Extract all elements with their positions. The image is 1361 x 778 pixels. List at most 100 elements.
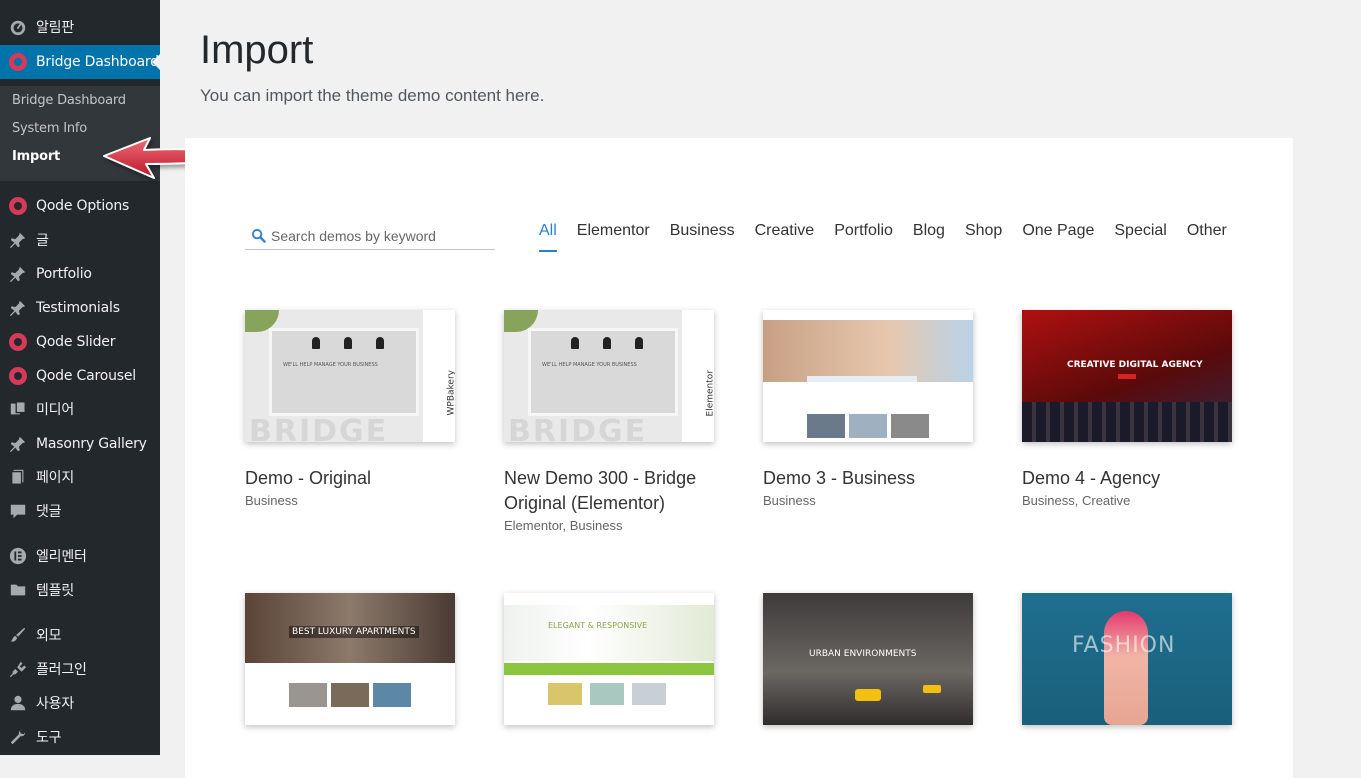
menu-item-elementor[interactable]: 엘리멘터 [0, 539, 160, 573]
demo-thumbnail[interactable]: WE'LL HELP MANAGE YOUR BUSINESS BRIDGE E… [504, 310, 714, 442]
menu-label: 엘리멘터 [36, 549, 87, 565]
thumb-tagline: WE'LL HELP MANAGE YOUR BUSINESS [542, 362, 637, 368]
menu-item-masonry-gallery[interactable]: Masonry Gallery [0, 427, 160, 461]
filter-blog[interactable]: Blog [913, 222, 945, 248]
media-icon [0, 400, 36, 418]
demo-categories: Business [763, 493, 816, 508]
filter-elementor[interactable]: Elementor [577, 222, 650, 248]
demo-card: BEST LUXURY APARTMENTS [245, 593, 455, 725]
thumb-word: BRIDGE [249, 414, 389, 442]
demo-title[interactable]: Demo - Original [245, 466, 455, 491]
page-subtitle: You can import the theme demo content he… [200, 86, 545, 105]
menu-item-pages[interactable]: 페이지 [0, 460, 160, 494]
bridge-icon [0, 53, 36, 71]
pin-icon [0, 231, 36, 249]
user-icon [0, 694, 36, 712]
thumb-word: BRIDGE [508, 414, 648, 442]
qode-icon [0, 197, 36, 215]
pin-icon [0, 265, 36, 283]
demo-card: CREATIVE DIGITAL AGENCY Demo 4 - Agency … [1022, 310, 1232, 508]
menu-label: 미디어 [36, 402, 75, 418]
menu-label: 템플릿 [36, 583, 75, 599]
thumb-title: FASHION [1072, 633, 1176, 658]
thumb-title: CREATIVE DIGITAL AGENCY [1067, 360, 1203, 370]
demo-card: FASHION [1022, 593, 1232, 725]
menu-item-plugins[interactable]: 플러그인 [0, 652, 160, 686]
demo-card: WE'LL HELP MANAGE YOUR BUSINESS BRIDGE W… [245, 310, 455, 508]
demo-thumbnail[interactable]: BEST LUXURY APARTMENTS [245, 593, 455, 725]
menu-label: 외모 [36, 628, 62, 644]
menu-item-testimonials[interactable]: Testimonials [0, 291, 160, 325]
demo-thumbnail[interactable]: URBAN ENVIRONMENTS [763, 593, 973, 725]
category-filters: All Elementor Business Creative Portfoli… [539, 222, 1227, 252]
pin-icon [0, 435, 36, 453]
menu-label: 알림판 [36, 20, 75, 36]
demo-search [245, 222, 495, 250]
menu-item-qode-options[interactable]: Qode Options [0, 189, 160, 223]
demo-title[interactable]: New Demo 300 - Bridge Original (Elemento… [504, 466, 714, 516]
thumb-side-label: WPBakery [446, 370, 455, 416]
demo-card: WE'LL HELP MANAGE YOUR BUSINESS BRIDGE E… [504, 310, 714, 533]
filter-business[interactable]: Business [670, 222, 735, 248]
page-title: Import [200, 28, 314, 72]
menu-label: Portfolio [36, 266, 92, 282]
menu-label: Qode Slider [36, 334, 116, 350]
menu-item-comments[interactable]: 댓글 [0, 494, 160, 528]
qode-icon [0, 333, 36, 351]
search-icon [245, 228, 271, 243]
comment-icon [0, 502, 36, 520]
menu-item-qode-carousel[interactable]: Qode Carousel [0, 359, 160, 393]
demo-title[interactable]: Demo 4 - Agency [1022, 466, 1232, 491]
menu-item-media[interactable]: 미디어 [0, 392, 160, 426]
demo-categories: Business, Creative [1022, 493, 1131, 508]
menu-label: 페이지 [36, 470, 75, 486]
demo-title[interactable]: Demo 3 - Business [763, 466, 973, 491]
menu-label: 댓글 [36, 504, 62, 520]
filter-special[interactable]: Special [1114, 222, 1166, 248]
submenu-system-info[interactable]: System Info [12, 121, 87, 136]
menu-label: 글 [36, 233, 49, 249]
menu-item-appearance[interactable]: 외모 [0, 618, 160, 652]
thumb-title: URBAN ENVIRONMENTS [809, 649, 917, 659]
demo-thumbnail[interactable]: WE'LL HELP MANAGE YOUR BUSINESS BRIDGE W… [245, 310, 455, 442]
menu-item-qode-slider[interactable]: Qode Slider [0, 325, 160, 359]
menu-label: 사용자 [36, 696, 75, 712]
submenu-import[interactable]: Import [12, 149, 60, 164]
demo-card: URBAN ENVIRONMENTS [763, 593, 973, 725]
menu-label: 플러그인 [36, 662, 87, 678]
thumb-side-label: Elementor [705, 370, 714, 417]
brush-icon [0, 626, 36, 644]
folder-icon [0, 581, 36, 599]
menu-item-templates[interactable]: 템플릿 [0, 573, 160, 607]
wrench-icon [0, 728, 36, 746]
plugin-icon [0, 660, 36, 678]
menu-item-users[interactable]: 사용자 [0, 686, 160, 720]
filter-shop[interactable]: Shop [965, 222, 1002, 248]
menu-item-portfolio[interactable]: Portfolio [0, 257, 160, 291]
menu-item-dashboard[interactable]: 알림판 [0, 10, 160, 44]
page-icon [0, 468, 36, 486]
demo-thumbnail[interactable] [763, 310, 973, 442]
pin-icon [0, 299, 36, 317]
filter-other[interactable]: Other [1187, 222, 1227, 248]
demo-thumbnail[interactable]: FASHION [1022, 593, 1232, 725]
thumb-tagline: WE'LL HELP MANAGE YOUR BUSINESS [283, 362, 378, 368]
demo-categories: Elementor, Business [504, 518, 623, 533]
elementor-icon [0, 547, 36, 565]
demo-thumbnail[interactable]: ELEGANT & RESPONSIVE [504, 593, 714, 725]
filter-creative[interactable]: Creative [755, 222, 815, 248]
menu-label: Qode Carousel [36, 368, 136, 384]
filter-portfolio[interactable]: Portfolio [834, 222, 893, 248]
dashboard-icon [0, 18, 36, 36]
menu-label: Testimonials [36, 300, 120, 316]
search-input[interactable] [271, 227, 491, 244]
demo-thumbnail[interactable]: CREATIVE DIGITAL AGENCY [1022, 310, 1232, 442]
menu-item-bridge-dashboard[interactable]: Bridge Dashboard [0, 45, 160, 79]
menu-item-tools[interactable]: 도구 [0, 720, 160, 754]
filter-one-page[interactable]: One Page [1022, 222, 1094, 248]
admin-sidebar: 알림판 Bridge Dashboard Bridge Dashboard Sy… [0, 0, 160, 755]
submenu-bridge-dashboard[interactable]: Bridge Dashboard [12, 93, 126, 108]
menu-item-posts[interactable]: 글 [0, 223, 160, 257]
filter-all[interactable]: All [539, 222, 557, 252]
menu-label: Qode Options [36, 198, 130, 214]
